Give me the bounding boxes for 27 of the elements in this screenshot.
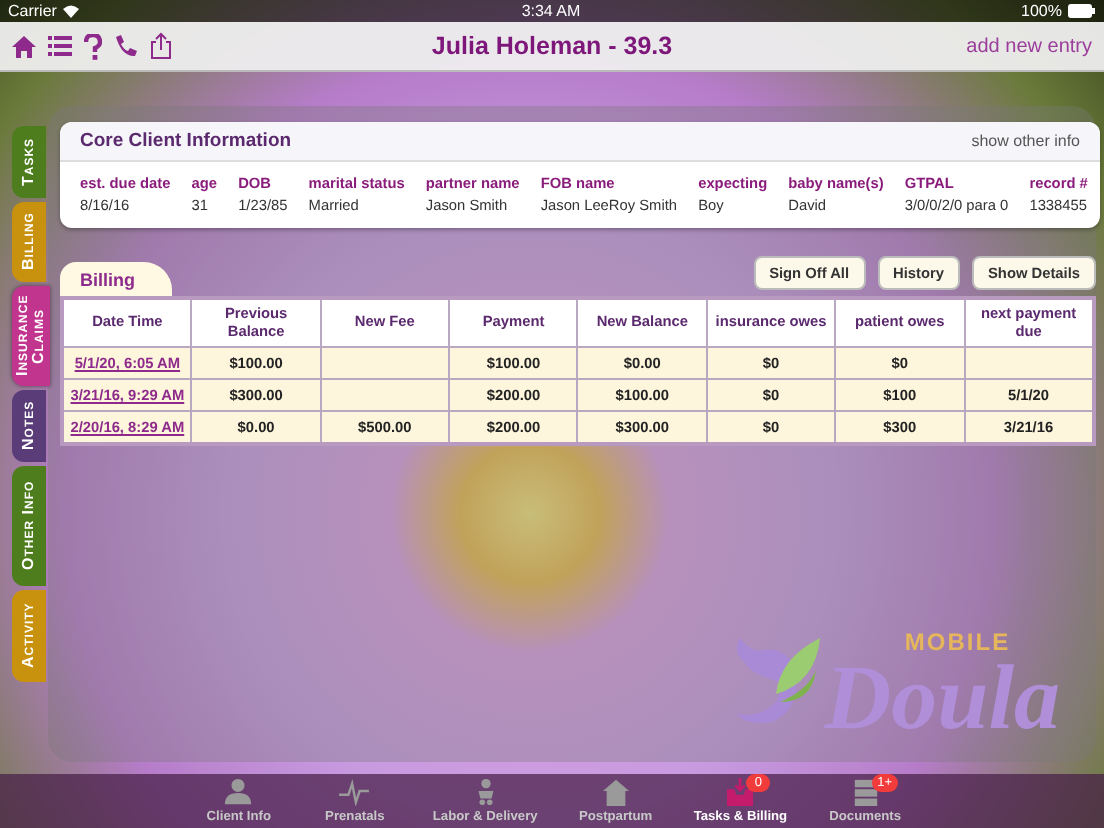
heartbeat-icon [338, 778, 371, 806]
inbox-icon [724, 778, 757, 806]
side-tab[interactable]: Activity [12, 590, 46, 682]
help-icon[interactable] [84, 33, 102, 59]
person-icon [222, 778, 255, 806]
side-tab[interactable]: Notes [12, 390, 46, 462]
add-new-entry-link[interactable]: add new entry [852, 35, 1092, 57]
battery-icon [1068, 4, 1096, 18]
section-tab-label: Billing [60, 262, 171, 296]
side-tab[interactable]: Billing [12, 202, 46, 282]
card-title: Core Client Information [80, 130, 292, 152]
page-title: Julia Holeman - 39.3 [429, 32, 675, 60]
side-tab[interactable]: Insurance Claims [12, 286, 50, 386]
carrier-label: Carrier [8, 2, 57, 20]
home-icon[interactable] [12, 35, 36, 57]
show-other-info-link[interactable]: show other info [971, 132, 1080, 150]
cabinet-icon [849, 778, 882, 806]
side-tab[interactable]: Other Info [12, 466, 46, 586]
share-icon[interactable] [150, 32, 172, 60]
clock-time: 3:34 AM [521, 2, 581, 20]
list-icon[interactable] [48, 36, 72, 56]
battery-percent: 100% [1021, 2, 1062, 20]
phone-icon[interactable] [114, 34, 138, 58]
logo-text: MOBILE [904, 627, 1011, 656]
wifi-icon [62, 4, 81, 18]
house-icon [599, 778, 632, 806]
side-tab[interactable]: Tasks [12, 126, 46, 198]
